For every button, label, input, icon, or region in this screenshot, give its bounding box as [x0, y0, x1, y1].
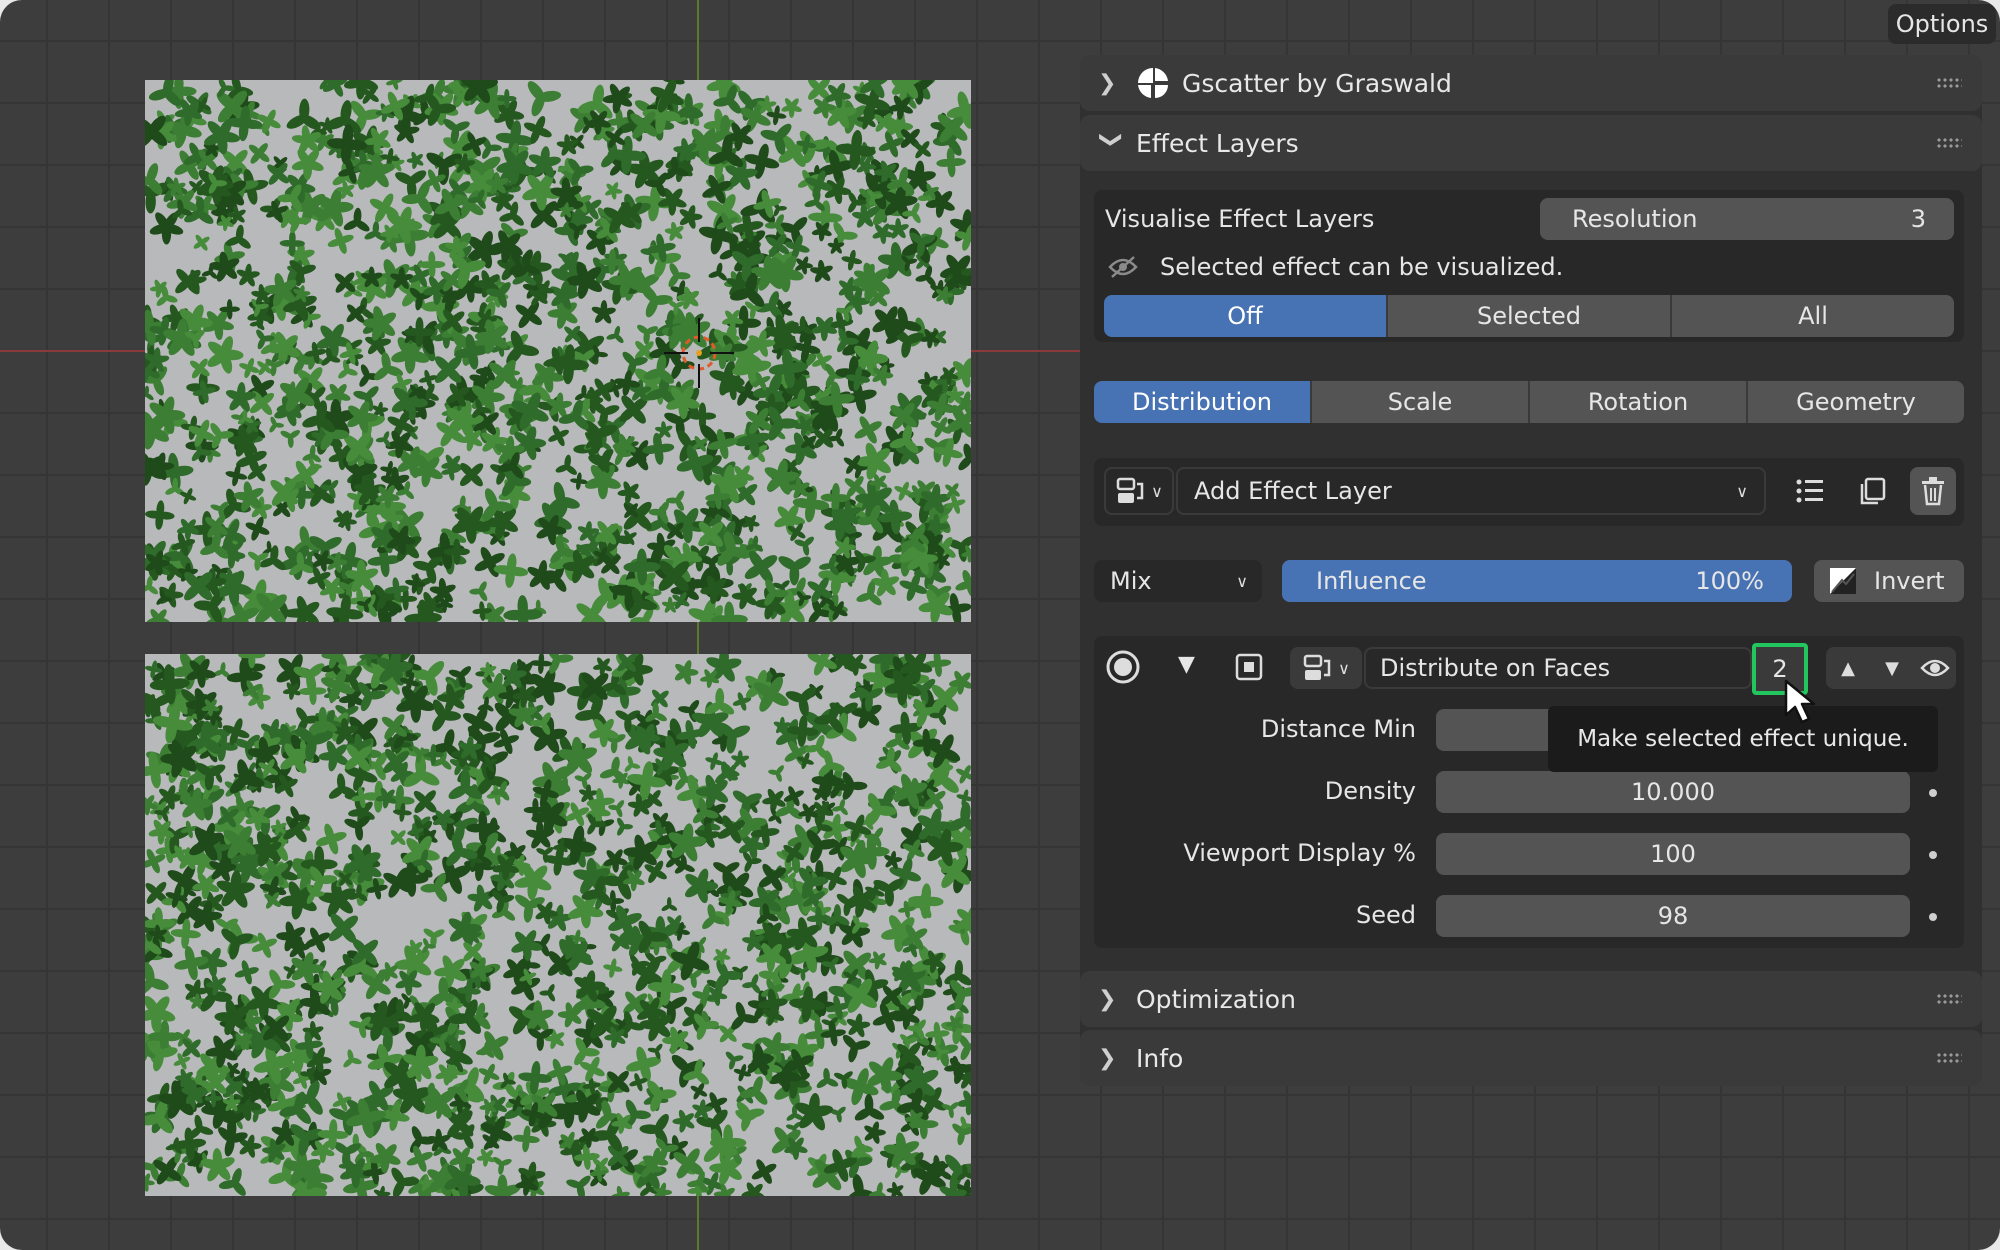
chevron-down-icon: ∨ — [1236, 571, 1248, 591]
eye-hidden-icon — [1108, 256, 1138, 278]
visualise-mode-selected[interactable]: Selected — [1388, 295, 1672, 337]
resolution-field[interactable]: Resolution 3 — [1540, 198, 1954, 240]
move-down-button[interactable]: ▼ — [1870, 647, 1914, 689]
visualise-label: Visualise Effect Layers — [1105, 205, 1375, 233]
prop-value: 10.000 — [1631, 778, 1715, 806]
options-button[interactable]: Options — [1888, 4, 1996, 44]
arrow-up-icon: ▲ — [1841, 657, 1855, 679]
influence-value: 100% — [1695, 567, 1764, 595]
prop-label: Density — [1324, 777, 1416, 805]
density-field[interactable]: 10.000 — [1436, 771, 1910, 813]
list-button[interactable] — [1786, 467, 1834, 515]
layer-name-field[interactable]: Distribute on Faces — [1364, 647, 1752, 689]
tab-geometry[interactable]: Geometry — [1748, 381, 1964, 423]
delete-button[interactable] — [1910, 467, 1956, 515]
scatter-plane-top[interactable] — [145, 80, 971, 622]
mouse-pointer-icon — [1784, 679, 1816, 724]
prop-value: 98 — [1657, 902, 1689, 930]
visibility-button[interactable] — [1914, 647, 1956, 689]
visualise-mode-all[interactable]: All — [1672, 295, 1954, 337]
invert-button[interactable]: Invert — [1814, 560, 1964, 602]
chevron-right-icon: ❯ — [1098, 1045, 1117, 1071]
chevron-right-icon: ❯ — [1098, 986, 1117, 1012]
tab-rotation[interactable]: Rotation — [1530, 381, 1748, 423]
section-info[interactable]: ❯ Info — [1080, 1030, 1982, 1086]
chevron-down-icon: ∨ — [1736, 481, 1748, 501]
foliage-scatter-bottom — [145, 654, 971, 1196]
prop-value: 100 — [1650, 840, 1696, 868]
influence-slider[interactable]: Influence 100% — [1282, 560, 1792, 602]
section-title: Info — [1136, 1043, 1184, 1073]
resolution-label: Resolution — [1572, 205, 1698, 233]
section-title: Gscatter by Graswald — [1182, 68, 1452, 98]
prop-label: Distance Min — [1260, 715, 1416, 743]
section-gscatter[interactable]: ❯ Gscatter by Graswald — [1080, 55, 1982, 111]
prop-label: Viewport Display % — [1183, 839, 1416, 867]
viewport-display-field[interactable]: 100 — [1436, 833, 1910, 875]
influence-label: Influence — [1316, 567, 1427, 595]
effect-layer-icon — [1116, 477, 1144, 503]
3d-viewport[interactable]: Options ❯ Gscatter by Graswald ❯ Effect … — [0, 0, 2000, 1250]
section-effect-layers[interactable]: ❯ Effect Layers — [1080, 115, 1982, 171]
tooltip: Make selected effect unique. — [1548, 706, 1938, 772]
keyframe-dot-icon[interactable] — [1929, 851, 1937, 859]
list-icon — [1796, 479, 1823, 503]
scatter-plane-bottom[interactable] — [145, 654, 971, 1196]
drag-grip-icon[interactable] — [1936, 993, 1962, 1005]
tab-distribution[interactable]: Distribution — [1094, 381, 1312, 423]
layer-type-dropdown[interactable]: ∨ — [1290, 647, 1362, 689]
effect-type-dropdown[interactable]: ∨ — [1104, 467, 1174, 515]
visualise-hint: Selected effect can be visualized. — [1160, 253, 1564, 281]
invert-label: Invert — [1874, 567, 1945, 595]
checkbox-icon[interactable] — [1235, 653, 1263, 681]
visualise-mode-selector[interactable]: Off Selected All — [1104, 295, 1954, 337]
expand-triangle-icon[interactable]: ▼ — [1178, 652, 1195, 677]
blend-mode-dropdown[interactable]: Mix ∨ — [1094, 560, 1262, 602]
trash-icon — [1922, 477, 1944, 506]
section-title: Effect Layers — [1136, 128, 1299, 158]
drag-grip-icon[interactable] — [1936, 1052, 1962, 1064]
blend-mode-value: Mix — [1110, 567, 1152, 595]
tab-scale[interactable]: Scale — [1312, 381, 1530, 423]
prop-label: Seed — [1356, 901, 1416, 929]
drag-grip-icon[interactable] — [1936, 77, 1962, 89]
layer-name: Distribute on Faces — [1380, 654, 1611, 682]
chevron-down-icon: ∨ — [1338, 658, 1350, 678]
add-effect-layer-label: Add Effect Layer — [1194, 477, 1392, 505]
keyframe-dot-icon[interactable] — [1929, 913, 1937, 921]
chevron-right-icon: ❯ — [1098, 70, 1117, 96]
visualise-mode-off[interactable]: Off — [1104, 295, 1388, 337]
foliage-scatter-top — [145, 80, 971, 622]
duplicate-icon — [1860, 477, 1886, 505]
3d-cursor-icon[interactable] — [664, 318, 734, 388]
radio-selected-icon[interactable] — [1105, 649, 1141, 685]
section-optimization[interactable]: ❯ Optimization — [1080, 971, 1982, 1027]
section-title: Optimization — [1136, 984, 1296, 1014]
drag-grip-icon[interactable] — [1936, 137, 1962, 149]
duplicate-button[interactable] — [1848, 467, 1896, 515]
arrow-down-icon: ▼ — [1885, 657, 1899, 679]
chevron-down-icon: ∨ — [1151, 481, 1163, 501]
eye-icon — [1920, 659, 1950, 677]
effect-tabs[interactable]: Distribution Scale Rotation Geometry — [1094, 381, 1964, 423]
resolution-value: 3 — [1910, 205, 1926, 233]
gscatter-logo-icon — [1138, 68, 1168, 98]
effect-layer-icon — [1303, 654, 1331, 680]
seed-field[interactable]: 98 — [1436, 895, 1910, 937]
move-up-button[interactable]: ▲ — [1826, 647, 1870, 689]
invert-icon — [1830, 568, 1856, 594]
chevron-down-icon: ❯ — [1098, 130, 1124, 149]
keyframe-dot-icon[interactable] — [1929, 789, 1937, 797]
add-effect-layer-dropdown[interactable]: Add Effect Layer ∨ — [1176, 467, 1766, 515]
